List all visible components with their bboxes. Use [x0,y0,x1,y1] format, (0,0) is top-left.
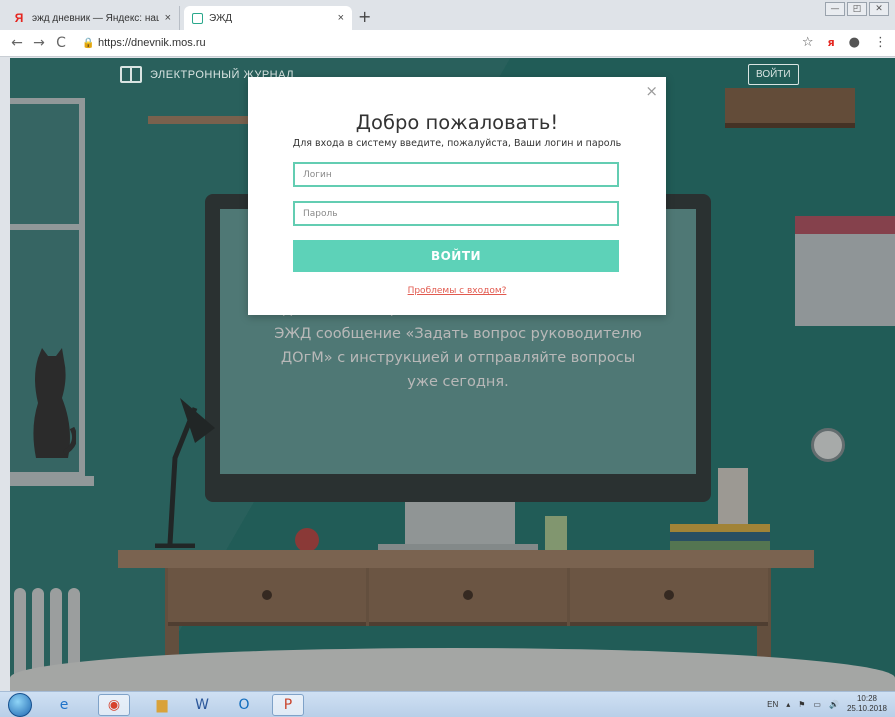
login-problems-link[interactable]: Проблемы с входом? [248,286,666,296]
browser-tab-bar: Я эжд дневник — Яндекс: нашлос × ЭЖД × +… [0,0,895,30]
modal-subtitle: Для входа в систему введите, пожалуйста,… [292,138,622,149]
tab-close-button[interactable]: × [338,12,344,24]
tray-date: 25.10.2018 [846,704,887,713]
explorer-icon[interactable]: ▆ [146,694,178,716]
tray-time: 10:28 [856,694,877,703]
login-submit-button[interactable]: ВОЙТИ [293,240,619,272]
minimize-button[interactable]: — [825,2,845,16]
url-field[interactable]: https://dnevnik.mos.ru [98,37,206,49]
start-button[interactable] [8,693,32,717]
reload-icon[interactable]: C [50,35,72,51]
forward-icon[interactable]: → [28,35,50,51]
ie-icon[interactable]: e [48,694,80,716]
powerpoint-icon[interactable]: P [272,694,304,716]
book-icon [120,66,142,83]
address-bar: ← → C 🔒 https://dnevnik.mos.ru ☆ я ● ⋮ [0,30,895,57]
yandex-extension-icon[interactable]: я [828,36,835,49]
new-tab-button[interactable]: + [358,7,371,26]
profile-icon[interactable]: ● [849,35,860,50]
password-input[interactable] [293,201,619,226]
tab-title: эжд дневник — Яндекс: нашлос [32,12,159,24]
tab-close-button[interactable]: × [165,12,171,24]
tray-arrow-icon[interactable]: ▴ [786,700,790,709]
login-input[interactable] [293,162,619,187]
network-icon[interactable]: ▭ [813,700,821,709]
close-icon[interactable]: × [645,82,658,100]
outlook-icon[interactable]: O [228,694,260,716]
yandex-icon: Я [14,11,24,25]
modal-title: Добро пожаловать! [355,111,559,134]
tab-title: ЭЖД [209,12,233,24]
restore-button[interactable]: ◰ [847,2,867,16]
login-modal: × Добро пожаловать! Для входа в систему … [248,77,666,315]
bookmark-star-icon[interactable]: ☆ [802,35,814,50]
system-tray: EN ▴ ⚑ ▭ 🔊 10:28 25.10.2018 [767,694,887,714]
close-window-button[interactable]: ✕ [869,2,889,16]
windows-taskbar: e ◉ ▆ W O P EN ▴ ⚑ ▭ 🔊 10:28 25.10.2018 [0,691,895,717]
lock-icon: 🔒 [82,37,95,49]
tab-yandex-search[interactable]: Я эжд дневник — Яндекс: нашлос × [4,6,180,30]
header-login-button[interactable]: ВОЙТИ [748,64,799,85]
menu-icon[interactable]: ⋮ [874,35,887,50]
address-bar-actions: ☆ я ● ⋮ [802,35,887,50]
flag-icon[interactable]: ⚑ [798,700,805,709]
back-icon[interactable]: ← [6,35,28,51]
page-content: для всех»! Ищите в своем личном кабинете… [10,58,895,691]
volume-icon[interactable]: 🔊 [829,700,839,709]
ezhd-icon [192,12,203,24]
chrome-icon[interactable]: ◉ [98,694,130,716]
tray-clock[interactable]: 10:28 25.10.2018 [847,694,887,714]
tab-ezhd[interactable]: ЭЖД × [184,6,352,30]
word-icon[interactable]: W [186,694,218,716]
language-indicator[interactable]: EN [767,700,778,709]
window-controls: — ◰ ✕ [825,2,889,16]
